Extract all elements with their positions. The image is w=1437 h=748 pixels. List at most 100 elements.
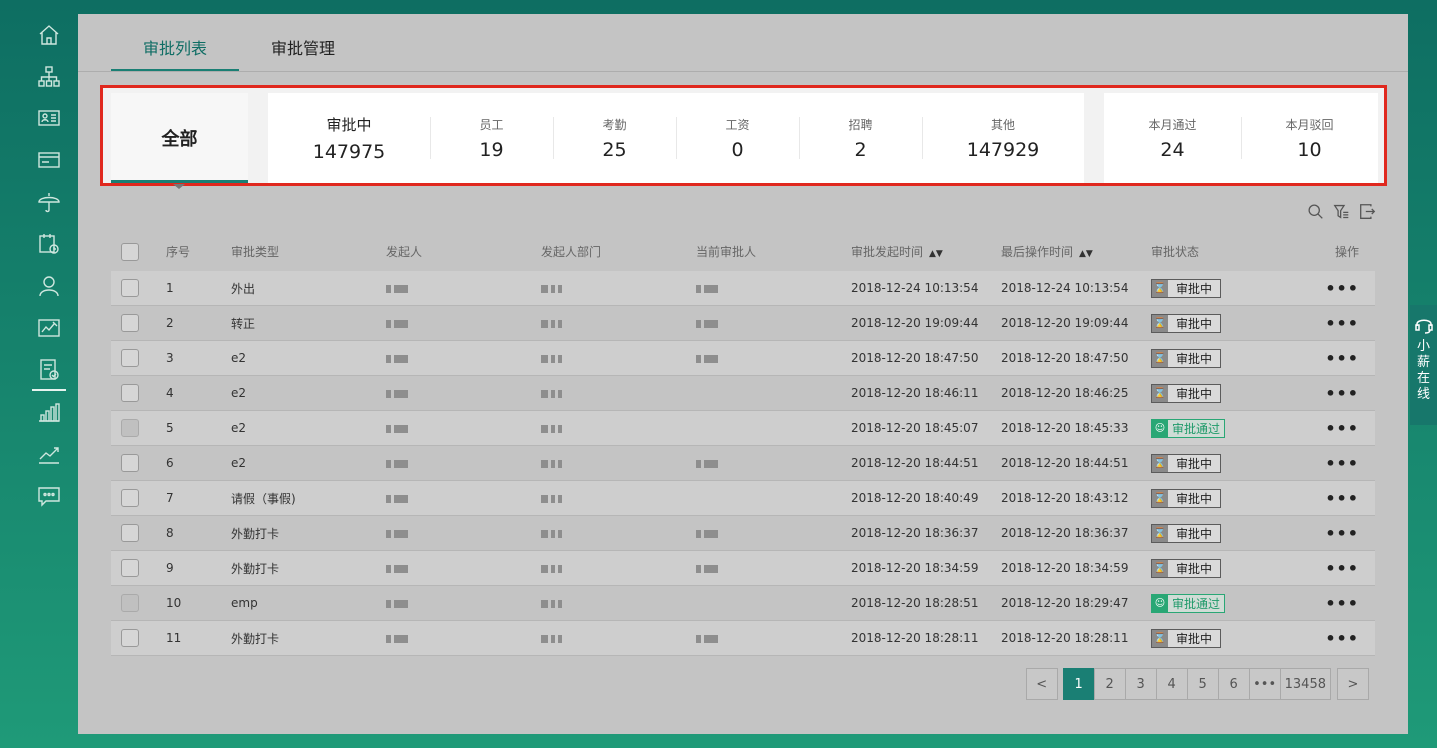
stat-other[interactable]: 其他 147929 [922, 93, 1084, 183]
calendar-clock-icon[interactable] [34, 229, 64, 259]
stat-value: 24 [1160, 138, 1185, 161]
page-4[interactable]: 4 [1155, 668, 1188, 700]
row-checkbox[interactable] [121, 314, 139, 332]
page-3[interactable]: 3 [1124, 668, 1157, 700]
card-icon[interactable] [34, 145, 64, 175]
tab-approval-management[interactable]: 审批管理 [239, 14, 367, 72]
redacted-name [386, 459, 408, 468]
chat-icon[interactable] [34, 481, 64, 511]
stat-pending[interactable]: 审批中 147975 [268, 93, 430, 183]
redacted-name [386, 284, 408, 293]
header-last-time[interactable]: 最后操作时间 ▲▼ [1001, 243, 1151, 260]
stat-monthly-rejected[interactable]: 本月驳回 10 [1241, 93, 1378, 183]
stat-recruitment[interactable]: 招聘 2 [799, 93, 922, 183]
cell-start-time: 2018-12-20 18:40:49 [851, 491, 979, 505]
page-1[interactable]: 1 [1062, 668, 1095, 700]
row-checkbox[interactable] [121, 384, 139, 402]
table-row[interactable]: 2 转正 2018-12-20 19:09:44 2018-12-20 19:0… [111, 306, 1375, 341]
more-actions-button[interactable]: ••• [1325, 349, 1359, 368]
status-badge: ⌛ 审批中 [1151, 348, 1222, 368]
stat-label: 考勤 [602, 117, 627, 132]
smile-icon: ☺ [1152, 419, 1168, 437]
more-actions-button[interactable]: ••• [1325, 454, 1359, 473]
page-2[interactable]: 2 [1093, 668, 1126, 700]
cell-last-time: 2018-12-20 19:09:44 [1001, 316, 1129, 330]
next-page-button[interactable]: > [1337, 668, 1369, 700]
hourglass-icon: ⌛ [1152, 384, 1168, 402]
stat-monthly-approved[interactable]: 本月通过 24 [1104, 93, 1241, 183]
stat-staff[interactable]: 员工 19 [430, 93, 553, 183]
more-actions-button[interactable]: ••• [1325, 559, 1359, 578]
table-row[interactable]: 6 e2 2018-12-20 18:44:51 2018-12-20 18:4… [111, 446, 1375, 481]
search-icon[interactable] [1306, 202, 1324, 220]
table-row[interactable]: 10 emp 2018-12-20 18:28:51 2018-12-20 18… [111, 586, 1375, 621]
sort-icon[interactable]: ▲▼ [929, 249, 943, 259]
stat-salary[interactable]: 工资 0 [676, 93, 799, 183]
sort-icon[interactable]: ▲▼ [1079, 249, 1093, 259]
stat-value: 25 [602, 138, 627, 161]
approval-icon[interactable] [32, 355, 66, 391]
page-6[interactable]: 6 [1217, 668, 1250, 700]
page-5[interactable]: 5 [1186, 668, 1219, 700]
export-icon[interactable] [1358, 202, 1376, 220]
cell-start-time: 2018-12-20 18:36:37 [851, 526, 979, 540]
table-row[interactable]: 4 e2 2018-12-20 18:46:11 2018-12-20 18:4… [111, 376, 1375, 411]
row-checkbox[interactable] [121, 489, 139, 507]
more-actions-button[interactable]: ••• [1325, 279, 1359, 298]
row-checkbox[interactable] [121, 279, 139, 297]
stat-all-tab[interactable]: 全部 [111, 93, 248, 189]
table-row[interactable]: 8 外勤打卡 2018-12-20 18:36:37 2018-12-20 18… [111, 516, 1375, 551]
more-actions-button[interactable]: ••• [1325, 384, 1359, 403]
trend-icon[interactable] [34, 439, 64, 469]
more-actions-button[interactable]: ••• [1325, 314, 1359, 333]
id-card-icon[interactable] [34, 103, 64, 133]
select-all-checkbox[interactable] [121, 242, 139, 261]
more-actions-button[interactable]: ••• [1325, 524, 1359, 543]
page-ellipsis[interactable]: ••• [1248, 668, 1281, 700]
row-checkbox[interactable] [121, 594, 139, 612]
filter-icon[interactable] [1332, 202, 1350, 220]
table-row[interactable]: 1 外出 2018-12-24 10:13:54 2018-12-24 10:1… [111, 271, 1375, 306]
approval-table: 序号 审批类型 发起人 发起人部门 当前审批人 审批发起时间 ▲▼ 最后操作时间 ▲… [111, 232, 1375, 656]
cell-start-time: 2018-12-20 18:45:07 [851, 421, 979, 435]
redacted-dept [541, 634, 562, 643]
more-actions-button[interactable]: ••• [1325, 419, 1359, 438]
row-checkbox[interactable] [121, 454, 139, 472]
redacted-dept [541, 494, 562, 503]
umbrella-icon[interactable] [34, 187, 64, 217]
header-initiator: 发起人 [386, 245, 423, 259]
row-checkbox[interactable] [121, 524, 139, 542]
table-row[interactable]: 3 e2 2018-12-20 18:47:50 2018-12-20 18:4… [111, 341, 1375, 376]
bar-chart-icon[interactable] [34, 397, 64, 427]
table-row[interactable]: 9 外勤打卡 2018-12-20 18:34:59 2018-12-20 18… [111, 551, 1375, 586]
user-icon[interactable] [34, 271, 64, 301]
header-last-label: 最后操作时间 [1001, 245, 1074, 259]
table-row[interactable]: 11 外勤打卡 2018-12-20 18:28:11 2018-12-20 1… [111, 621, 1375, 656]
status-badge: ☺ 审批通过 [1151, 593, 1226, 613]
header-status: 审批状态 [1151, 245, 1200, 259]
row-checkbox[interactable] [121, 419, 139, 437]
header-start-time[interactable]: 审批发起时间 ▲▼ [851, 243, 1001, 260]
redacted-name [386, 529, 408, 538]
more-actions-button[interactable]: ••• [1325, 629, 1359, 648]
page-last[interactable]: 13458 [1279, 668, 1331, 700]
stat-group-categories: 审批中 147975 员工 19 考勤 25 工资 0 招聘 2 其他 1479… [268, 93, 1084, 183]
row-checkbox[interactable] [121, 349, 139, 367]
row-checkbox[interactable] [121, 559, 139, 577]
home-icon[interactable] [34, 20, 64, 50]
row-checkbox[interactable] [121, 629, 139, 647]
chart-edit-icon[interactable] [34, 313, 64, 343]
more-actions-button[interactable]: ••• [1325, 489, 1359, 508]
online-help-widget[interactable]: 小薪在线 [1410, 305, 1437, 425]
stat-attendance[interactable]: 考勤 25 [553, 93, 676, 183]
redacted-name [386, 319, 408, 328]
tab-approval-list[interactable]: 审批列表 [111, 14, 240, 72]
stat-label: 审批中 [326, 115, 372, 134]
table-row[interactable]: 7 请假（事假) 2018-12-20 18:40:49 2018-12-20 … [111, 481, 1375, 516]
org-chart-icon[interactable] [34, 62, 64, 92]
redacted-name [696, 634, 718, 643]
more-actions-button[interactable]: ••• [1325, 594, 1359, 613]
prev-page-button[interactable]: < [1025, 668, 1058, 700]
table-row[interactable]: 5 e2 2018-12-20 18:45:07 2018-12-20 18:4… [111, 411, 1375, 446]
table-toolbar [1306, 202, 1376, 220]
